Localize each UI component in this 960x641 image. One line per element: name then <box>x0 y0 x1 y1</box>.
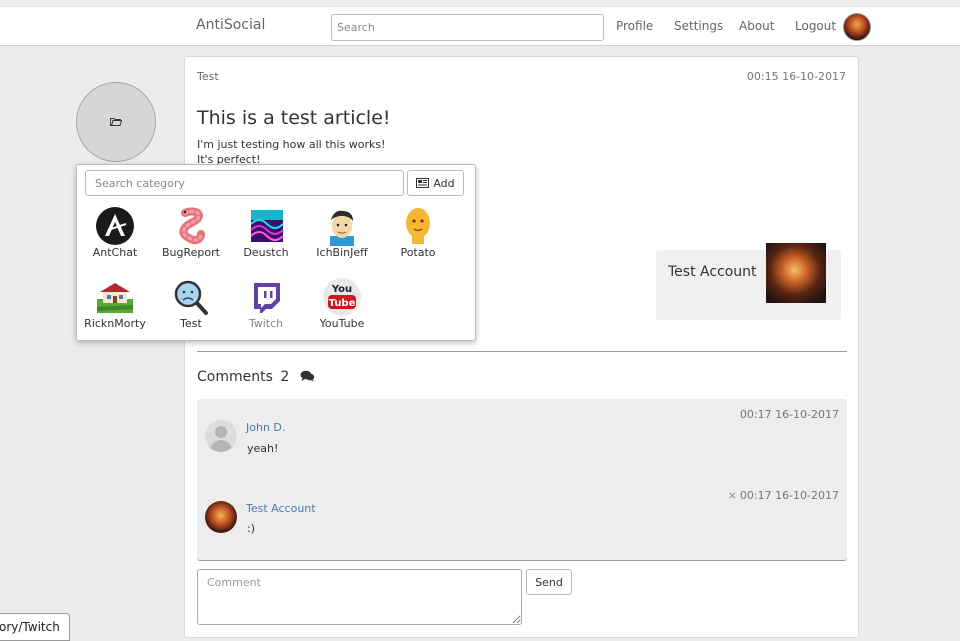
divider <box>197 351 847 352</box>
face-cartoon-icon <box>330 210 354 246</box>
comment-input[interactable] <box>197 569 522 625</box>
nav-link-settings[interactable]: Settings <box>674 19 723 33</box>
comment-item: × 00:17 16-10-2017 Test Account :) <box>197 480 847 560</box>
category-label: YouTube <box>319 317 365 330</box>
post-author-box[interactable]: Test Account <box>656 243 841 320</box>
comment-author[interactable]: John D. <box>246 421 285 434</box>
comment-date: 00:17 16-10-2017 <box>739 408 839 421</box>
category-label: Twitch <box>248 317 284 330</box>
category-picker-button[interactable] <box>76 82 156 162</box>
comment-author[interactable]: Test Account <box>246 502 316 515</box>
neon-wave-icon <box>250 210 284 242</box>
category-item-antchat[interactable]: AntChat <box>77 206 153 272</box>
post-title: This is a test article! <box>197 107 391 129</box>
category-item-ichbinjeff[interactable]: IchBinJeff <box>304 206 380 272</box>
comments-list: 00:17 16-10-2017 John D. yeah! × 00:17 1… <box>197 399 847 561</box>
category-item-potato[interactable]: Potato <box>380 206 456 272</box>
status-bar-text: ory/Twitch <box>0 620 60 634</box>
antchat-logo-icon <box>96 207 134 245</box>
category-label: IchBinJeff <box>316 246 368 259</box>
svg-text:You: You <box>331 284 352 295</box>
delete-comment-button[interactable]: × <box>728 489 737 502</box>
add-category-button[interactable]: Add <box>407 170 464 196</box>
category-item-ricknmorty[interactable]: RicknMorty <box>77 277 153 343</box>
category-search-input[interactable] <box>85 170 404 196</box>
comment-date: 00:17 16-10-2017 <box>739 489 839 502</box>
category-item-deustch[interactable]: Deustch <box>228 206 304 272</box>
svg-text:Tube: Tube <box>329 298 356 309</box>
nav-link-logout[interactable]: Logout <box>795 19 836 33</box>
category-label: RicknMorty <box>84 317 146 330</box>
newspaper-icon <box>416 178 430 188</box>
post-body: I'm just testing how all this works! It'… <box>197 137 386 167</box>
post-date: 00:15 16-10-2017 <box>746 70 846 83</box>
comment-avatar[interactable] <box>205 420 237 452</box>
comments-title: Comments <box>197 369 273 385</box>
category-item-test[interactable]: Test <box>153 277 229 343</box>
folder-icon <box>110 118 122 126</box>
category-item-twitch[interactable]: Twitch <box>228 277 304 343</box>
category-label: Test <box>180 317 202 330</box>
magnifier-sad-icon <box>174 280 208 315</box>
category-label: Potato <box>400 246 436 259</box>
nav-link-about[interactable]: About <box>739 19 774 33</box>
brand-logo[interactable]: AntiSocial <box>196 17 265 33</box>
comment-item: 00:17 16-10-2017 John D. yeah! <box>197 399 847 479</box>
twitch-logo-icon <box>254 283 280 313</box>
post-body-line: I'm just testing how all this works! <box>197 138 386 151</box>
comment-avatar[interactable] <box>205 501 237 533</box>
post-author-name[interactable]: Test Account <box>668 264 757 280</box>
comment-text: yeah! <box>247 442 279 455</box>
category-item-bugreport[interactable]: BugReport <box>153 206 229 272</box>
youtube-logo-icon: You Tube <box>323 278 361 316</box>
user-avatar[interactable] <box>843 13 871 41</box>
status-bar-url: ory/Twitch <box>0 613 70 641</box>
comments-icon <box>300 370 315 382</box>
send-comment-button[interactable]: Send <box>526 569 572 595</box>
farmhouse-icon <box>97 283 133 313</box>
comment-text: :) <box>247 522 255 535</box>
post-category[interactable]: Test <box>197 70 219 83</box>
category-label: Deustch <box>243 246 289 259</box>
category-label: BugReport <box>162 246 220 259</box>
category-label: AntChat <box>92 246 138 259</box>
comments-heading: Comments 2 <box>197 369 315 385</box>
category-popup: Add AntChat BugReport Deustch <box>76 164 476 341</box>
top-navbar: AntiSocial Profile Settings About Logout <box>0 6 960 46</box>
comments-count: 2 <box>280 369 290 385</box>
add-category-label: Add <box>433 176 455 190</box>
nav-link-profile[interactable]: Profile <box>616 19 653 33</box>
post-card: Test 00:15 16-10-2017 This is a test art… <box>184 56 859 638</box>
post-author-photo[interactable] <box>766 243 826 303</box>
potato-head-icon <box>406 208 430 244</box>
worm-icon <box>179 207 205 245</box>
search-input[interactable] <box>331 14 604 41</box>
category-item-youtube[interactable]: You Tube YouTube <box>304 277 380 343</box>
